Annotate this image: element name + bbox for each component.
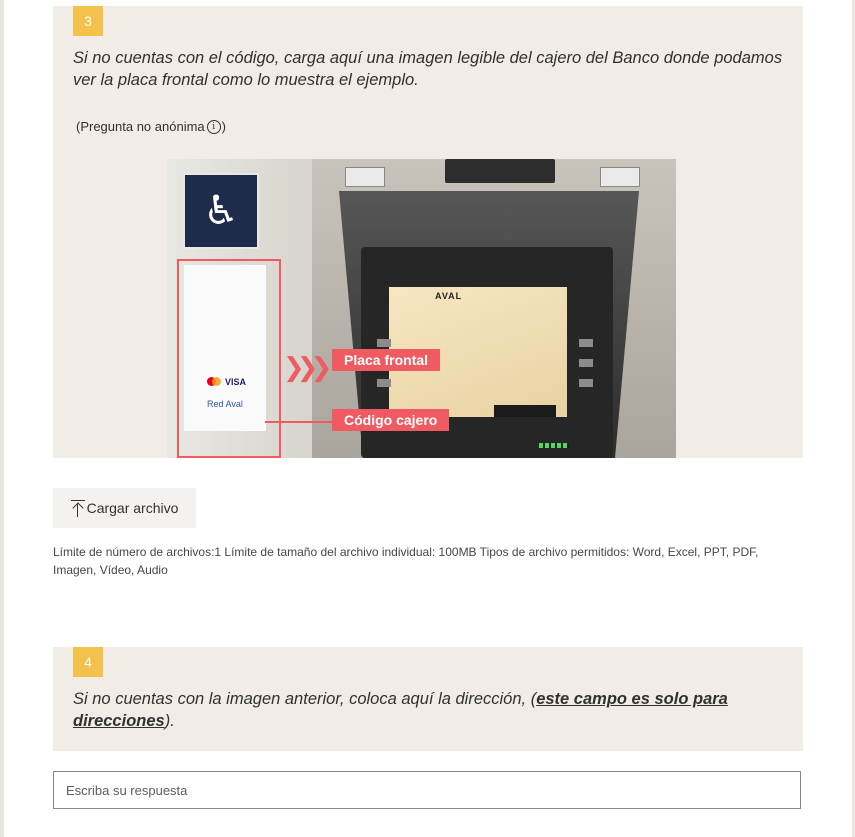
atm-top-slot — [445, 159, 555, 183]
atm-handle-left — [345, 167, 385, 187]
question-title-suffix: ). — [164, 712, 175, 730]
upload-icon — [70, 499, 85, 517]
non-anonymous-close: ) — [221, 119, 226, 134]
atm-leds — [539, 443, 569, 448]
wheelchair-icon: ♿ — [183, 173, 259, 249]
upload-file-button[interactable]: Cargar archivo — [53, 488, 196, 528]
non-anonymous-label: (Pregunta no anónima — [76, 119, 205, 134]
question-number-badge: 3 — [73, 6, 103, 36]
code-pointer-line — [265, 421, 333, 423]
non-anonymous-note: (Pregunta no anónima i ) — [76, 119, 226, 134]
label-placa-frontal: Placa frontal — [332, 349, 441, 371]
info-icon[interactable]: i — [206, 119, 221, 134]
atm-key — [377, 379, 391, 387]
atm-key — [579, 339, 593, 347]
answer-input[interactable] — [53, 771, 801, 809]
atm-screen-logo: AVAL — [435, 291, 463, 301]
atm-handle-right — [600, 167, 640, 187]
atm-key — [579, 379, 593, 387]
question-title: Si no cuentas con el código, carga aquí … — [73, 49, 783, 89]
question-title: Si no cuentas con la imagen anterior, co… — [73, 688, 783, 732]
atm-receipt-slot — [494, 405, 556, 417]
question-number-badge: 4 — [73, 647, 103, 677]
sticker-highlight-frame — [177, 259, 281, 458]
question-3-card: 3 Si no cuentas con el código, carga aqu… — [53, 6, 803, 458]
atm-key — [579, 359, 593, 367]
file-limits-text: Límite de número de archivos:1 Límite de… — [53, 545, 759, 577]
example-atm-image: AVAL ♿ VISA Red Aval ❯❯❯ Placa frontal C… — [167, 159, 676, 458]
label-codigo-cajero: Código cajero — [332, 409, 450, 431]
arrows-icon: ❯❯❯ — [283, 352, 332, 382]
upload-button-label: Cargar archivo — [86, 500, 179, 516]
question-4-card: 4 Si no cuentas con la imagen anterior, … — [53, 647, 803, 751]
page-border-left — [0, 0, 4, 837]
atm-key — [377, 339, 391, 347]
question-title-prefix: Si no cuentas con la imagen anterior, co… — [73, 690, 537, 708]
